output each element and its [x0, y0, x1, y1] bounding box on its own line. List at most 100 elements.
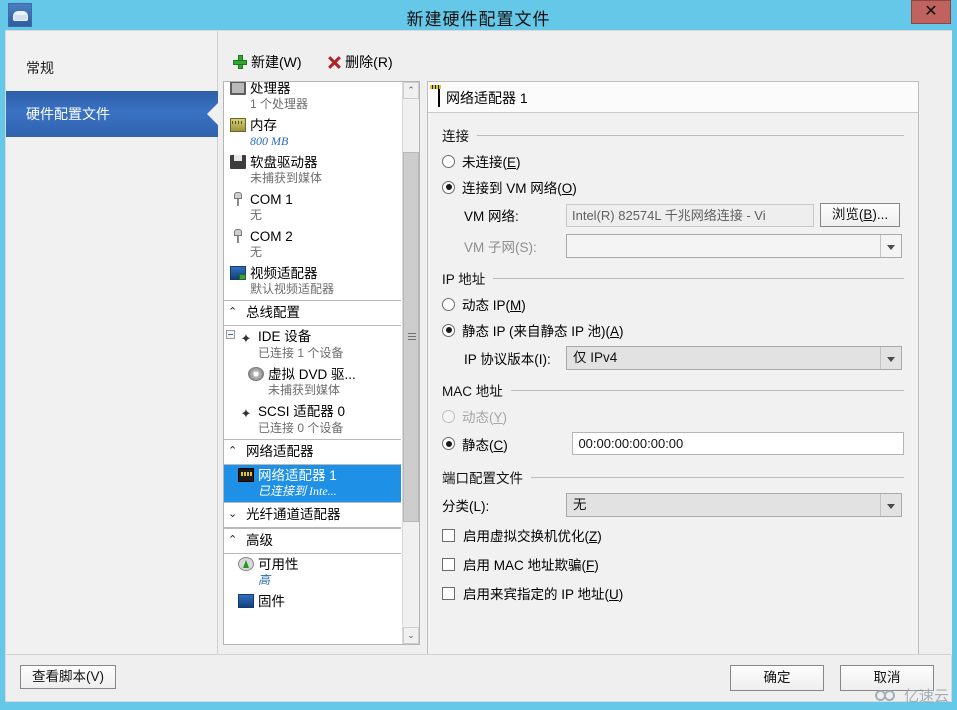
- checkbox-enable-guest-specified-ip-label: 启用来宾指定的 IP 地址(U): [463, 587, 624, 602]
- tree-item-firmware[interactable]: 固件: [224, 591, 401, 613]
- tree-item-com1[interactable]: COM 1 无: [224, 189, 401, 226]
- expander-icon[interactable]: [226, 330, 235, 339]
- details-panel: 网络适配器 1 连接 未连接(E) 连接到 VM 网络(O) VM 网络: In…: [427, 81, 919, 661]
- tree-group-bus-config[interactable]: ⌃ 总线配置: [224, 300, 401, 326]
- tree-item-video-adapter[interactable]: 视频适配器 默认视频适配器: [224, 263, 401, 300]
- section-divider: [531, 476, 904, 478]
- scroll-up-icon[interactable]: ⌃: [403, 82, 419, 99]
- ip-version-combo[interactable]: 仅 IPv4: [566, 346, 902, 370]
- radio-connected-to-vm-network-row[interactable]: 连接到 VM 网络(O): [442, 177, 904, 197]
- availability-icon: [238, 557, 254, 571]
- tree-item-availability[interactable]: 可用性 高: [224, 554, 401, 591]
- tree-item-com2[interactable]: COM 2 无: [224, 226, 401, 263]
- cpu-icon: [230, 82, 246, 95]
- ok-button[interactable]: 确定: [730, 665, 824, 691]
- vm-network-value[interactable]: Intel(R) 82574L 千兆网络连接 - Vi: [566, 203, 814, 227]
- section-port-profile: 端口配置文件: [442, 467, 904, 487]
- floppy-icon: [230, 155, 246, 169]
- section-label: IP 地址: [442, 272, 486, 287]
- tree-item-subtitle: 未捕获到媒体: [268, 383, 341, 397]
- radio-not-connected[interactable]: [442, 154, 455, 168]
- tree-item-title: COM 1: [250, 192, 293, 207]
- tree-item-floppy-drive[interactable]: 软盘驱动器 未捕获到媒体: [224, 152, 401, 189]
- view-script-button[interactable]: 查看脚本(V): [20, 665, 116, 689]
- radio-static-ip-row[interactable]: 静态 IP (来自静态 IP 池)(A): [442, 320, 904, 340]
- checkbox-guest-specified-ip-row[interactable]: 启用来宾指定的 IP 地址(U): [442, 583, 904, 603]
- radio-not-connected-row[interactable]: 未连接(E): [442, 151, 904, 171]
- chevron-down-icon: [880, 235, 901, 257]
- radio-dynamic-ip-row[interactable]: 动态 IP(M): [442, 294, 904, 314]
- vm-network-label: VM 网络:: [464, 209, 519, 224]
- tree-group-network-adapters[interactable]: ⌃ 网络适配器: [224, 439, 401, 465]
- cloud-logo-icon: [874, 688, 901, 703]
- tree-item-processor[interactable]: 处理器 1 个处理器: [224, 81, 401, 115]
- radio-static-ip-label: 静态 IP (来自静态 IP 池)(A): [462, 324, 624, 339]
- expand-caret-icon: ⌄: [228, 508, 238, 520]
- classification-label: 分类(L):: [442, 499, 490, 514]
- sidebar-item-general[interactable]: 常规: [6, 45, 217, 91]
- scrollbar-grip-icon: [408, 333, 416, 341]
- com-port-icon: [230, 229, 246, 243]
- tree-item-virtual-dvd[interactable]: 虚拟 DVD 驱... 未捕获到媒体: [224, 364, 401, 401]
- static-mac-input[interactable]: 00:00:00:00:00:00: [572, 432, 904, 455]
- checkbox-enable-virtual-switch-optimization-label: 启用虚拟交换机优化(Z): [463, 529, 602, 544]
- section-mac-address: MAC 地址: [442, 380, 904, 400]
- ip-version-row: IP 协议版本(I): 仅 IPv4: [442, 346, 904, 370]
- radio-dynamic-mac[interactable]: [442, 409, 455, 423]
- tree-vertical-scrollbar[interactable]: ⌃ ⌄: [402, 82, 419, 644]
- delete-button[interactable]: 删除(R): [327, 51, 392, 73]
- tree-item-subtitle: 1 个处理器: [250, 97, 309, 111]
- new-button[interactable]: 新建(W): [233, 51, 302, 73]
- checkbox-enable-guest-specified-ip[interactable]: [442, 586, 455, 600]
- tree-item-title: IDE 设备: [258, 329, 312, 344]
- radio-dynamic-mac-row[interactable]: 动态(Y): [442, 406, 904, 426]
- collapse-caret-icon: ⌃: [228, 534, 238, 546]
- sidebar-item-hardware-profile[interactable]: 硬件配置文件: [6, 91, 219, 137]
- scroll-down-icon[interactable]: ⌄: [403, 627, 419, 644]
- radio-dynamic-mac-label: 动态(Y): [462, 410, 508, 425]
- vm-subnet-combo[interactable]: [566, 234, 902, 258]
- tree-item-ide-devices[interactable]: ✦ IDE 设备 已连接 1 个设备: [224, 326, 401, 364]
- classification-value: 无: [573, 497, 587, 512]
- tree-item-title: 处理器: [250, 81, 291, 96]
- radio-static-mac[interactable]: [442, 437, 455, 450]
- radio-connected-to-vm-network-label: 连接到 VM 网络(O): [462, 181, 577, 196]
- section-ip-address: IP 地址: [442, 268, 904, 288]
- watermark: 亿速云: [874, 685, 949, 706]
- radio-dynamic-ip[interactable]: [442, 297, 455, 311]
- network-icon: [238, 468, 254, 482]
- network-icon: [438, 89, 440, 107]
- tree-group-advanced[interactable]: ⌃ 高级: [224, 528, 401, 554]
- tree-item-memory[interactable]: 内存 800 MB: [224, 115, 401, 152]
- scrollbar-thumb[interactable]: [403, 152, 419, 522]
- checkbox-enable-mac-spoofing[interactable]: [442, 557, 455, 571]
- tree-item-subtitle: 已连接 1 个设备: [258, 346, 344, 360]
- collapse-caret-icon: ⌃: [228, 306, 238, 318]
- tree-item-subtitle: 未捕获到媒体: [250, 171, 323, 185]
- tree-item-scsi-adapter[interactable]: ✦ SCSI 适配器 0 已连接 0 个设备: [224, 401, 401, 439]
- tree-item-subtitle: 800 MB: [250, 134, 289, 148]
- close-icon[interactable]: ✕: [911, 0, 951, 24]
- chevron-down-icon: [880, 347, 901, 369]
- tree-item-title: 可用性: [258, 557, 299, 572]
- tree-group-label: 网络适配器: [246, 444, 314, 459]
- checkbox-vmq-row[interactable]: 启用虚拟交换机优化(Z): [442, 525, 904, 545]
- browse-button[interactable]: 浏览(B)...: [820, 203, 900, 227]
- tree-item-subtitle: 已连接 0 个设备: [258, 421, 344, 435]
- sidebar: 常规 硬件配置文件: [6, 31, 219, 655]
- radio-static-mac-row[interactable]: 静态(C) 00:00:00:00:00:00: [442, 432, 904, 455]
- tree-group-fibre-channel-adapters[interactable]: ⌄ 光纤通道适配器: [224, 502, 401, 528]
- dialog-footer: 查看脚本(V) 确定 取消: [6, 654, 951, 701]
- x-mark-icon: [327, 55, 341, 69]
- radio-static-ip[interactable]: [442, 323, 455, 337]
- tree-item-network-adapter-1[interactable]: 网络适配器 1 已连接到 Inte...: [224, 465, 401, 502]
- ip-version-value: 仅 IPv4: [573, 350, 618, 365]
- tree-item-subtitle: 默认视频适配器: [250, 282, 335, 296]
- checkbox-mac-spoofing-row[interactable]: 启用 MAC 地址欺骗(F): [442, 554, 904, 574]
- classification-combo[interactable]: 无: [566, 493, 902, 517]
- plus-icon: [233, 55, 247, 69]
- hardware-tree-list: 处理器 1 个处理器 内存 800 MB 软盘驱动器 未捕获到媒体 COM 1 …: [224, 81, 401, 644]
- radio-connected-to-vm-network[interactable]: [442, 180, 455, 194]
- selection-chevron-icon: [207, 102, 219, 126]
- checkbox-enable-virtual-switch-optimization[interactable]: [442, 528, 455, 542]
